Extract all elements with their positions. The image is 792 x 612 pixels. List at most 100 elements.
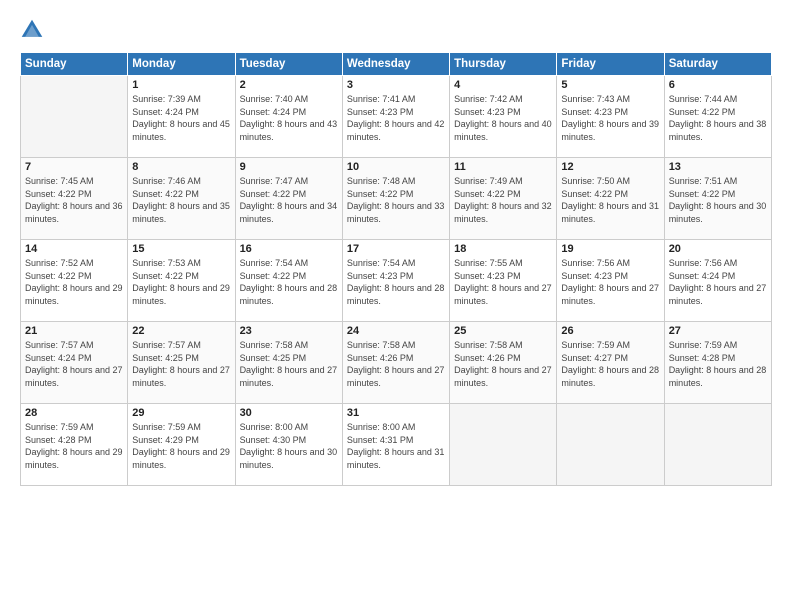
calendar-cell: 11 Sunrise: 7:49 AMSunset: 4:22 PMDayligh… xyxy=(450,158,557,240)
day-number: 3 xyxy=(347,79,445,91)
day-info: Sunrise: 7:57 AMSunset: 4:25 PMDaylight:… xyxy=(132,339,230,389)
week-row-2: 7 Sunrise: 7:45 AMSunset: 4:22 PMDaylight… xyxy=(21,158,772,240)
week-row-3: 14 Sunrise: 7:52 AMSunset: 4:22 PMDayligh… xyxy=(21,240,772,322)
day-info: Sunrise: 7:57 AMSunset: 4:24 PMDaylight:… xyxy=(25,339,123,389)
calendar-cell: 16 Sunrise: 7:54 AMSunset: 4:22 PMDayligh… xyxy=(235,240,342,322)
weekday-saturday: Saturday xyxy=(664,53,771,76)
day-number: 10 xyxy=(347,161,445,173)
day-info: Sunrise: 7:51 AMSunset: 4:22 PMDaylight:… xyxy=(669,175,767,225)
day-info: Sunrise: 7:42 AMSunset: 4:23 PMDaylight:… xyxy=(454,93,552,143)
day-info: Sunrise: 7:43 AMSunset: 4:23 PMDaylight:… xyxy=(561,93,659,143)
day-number: 27 xyxy=(669,325,767,337)
day-number: 29 xyxy=(132,407,230,419)
day-info: Sunrise: 7:55 AMSunset: 4:23 PMDaylight:… xyxy=(454,257,552,307)
header xyxy=(20,18,772,42)
day-info: Sunrise: 7:56 AMSunset: 4:24 PMDaylight:… xyxy=(669,257,767,307)
weekday-wednesday: Wednesday xyxy=(342,53,449,76)
calendar-cell: 29Sunrise: 7:59 AMSunset: 4:29 PMDayligh… xyxy=(128,404,235,486)
calendar-cell xyxy=(664,404,771,486)
calendar-cell: 15 Sunrise: 7:53 AMSunset: 4:22 PMDayligh… xyxy=(128,240,235,322)
day-number: 26 xyxy=(561,325,659,337)
calendar-cell: 21 Sunrise: 7:57 AMSunset: 4:24 PMDayligh… xyxy=(21,322,128,404)
calendar-cell: 24 Sunrise: 7:58 AMSunset: 4:26 PMDayligh… xyxy=(342,322,449,404)
calendar-cell: 10 Sunrise: 7:48 AMSunset: 4:22 PMDayligh… xyxy=(342,158,449,240)
calendar-header: SundayMondayTuesdayWednesdayThursdayFrid… xyxy=(21,53,772,76)
day-info: Sunrise: 7:59 AMSunset: 4:28 PMDaylight:… xyxy=(25,421,123,471)
day-info: Sunrise: 7:44 AMSunset: 4:22 PMDaylight:… xyxy=(669,93,767,143)
day-number: 28 xyxy=(25,407,123,419)
day-info: Sunrise: 7:56 AMSunset: 4:23 PMDaylight:… xyxy=(561,257,659,307)
day-info: Sunrise: 7:49 AMSunset: 4:22 PMDaylight:… xyxy=(454,175,552,225)
calendar-cell: 28 Sunrise: 7:59 AMSunset: 4:28 PMDayligh… xyxy=(21,404,128,486)
day-number: 14 xyxy=(25,243,123,255)
weekday-monday: Monday xyxy=(128,53,235,76)
day-info: Sunrise: 7:48 AMSunset: 4:22 PMDaylight:… xyxy=(347,175,445,225)
day-info: Sunrise: 8:00 AMSunset: 4:31 PMDaylight:… xyxy=(347,421,445,471)
day-info: Sunrise: 7:46 AMSunset: 4:22 PMDaylight:… xyxy=(132,175,230,225)
calendar-cell: 12 Sunrise: 7:50 AMSunset: 4:22 PMDayligh… xyxy=(557,158,664,240)
day-number: 2 xyxy=(240,79,338,91)
week-row-4: 21 Sunrise: 7:57 AMSunset: 4:24 PMDayligh… xyxy=(21,322,772,404)
day-info: Sunrise: 7:47 AMSunset: 4:22 PMDaylight:… xyxy=(240,175,338,225)
calendar-cell: 9 Sunrise: 7:47 AMSunset: 4:22 PMDaylight… xyxy=(235,158,342,240)
week-row-1: 1 Sunrise: 7:39 AMSunset: 4:24 PMDaylight… xyxy=(21,76,772,158)
day-info: Sunrise: 8:00 AMSunset: 4:30 PMDaylight:… xyxy=(240,421,338,471)
day-info: Sunrise: 7:53 AMSunset: 4:22 PMDaylight:… xyxy=(132,257,230,307)
day-number: 18 xyxy=(454,243,552,255)
calendar-cell: 4 Sunrise: 7:42 AMSunset: 4:23 PMDaylight… xyxy=(450,76,557,158)
calendar-cell: 2 Sunrise: 7:40 AMSunset: 4:24 PMDaylight… xyxy=(235,76,342,158)
calendar-cell: 13Sunrise: 7:51 AMSunset: 4:22 PMDayligh… xyxy=(664,158,771,240)
day-info: Sunrise: 7:58 AMSunset: 4:26 PMDaylight:… xyxy=(347,339,445,389)
calendar-cell: 1 Sunrise: 7:39 AMSunset: 4:24 PMDaylight… xyxy=(128,76,235,158)
logo-icon xyxy=(20,18,44,42)
day-number: 25 xyxy=(454,325,552,337)
calendar-cell: 14 Sunrise: 7:52 AMSunset: 4:22 PMDayligh… xyxy=(21,240,128,322)
day-info: Sunrise: 7:50 AMSunset: 4:22 PMDaylight:… xyxy=(561,175,659,225)
day-info: Sunrise: 7:59 AMSunset: 4:28 PMDaylight:… xyxy=(669,339,767,389)
day-info: Sunrise: 7:54 AMSunset: 4:22 PMDaylight:… xyxy=(240,257,338,307)
day-number: 6 xyxy=(669,79,767,91)
day-info: Sunrise: 7:52 AMSunset: 4:22 PMDaylight:… xyxy=(25,257,123,307)
calendar-cell: 5 Sunrise: 7:43 AMSunset: 4:23 PMDaylight… xyxy=(557,76,664,158)
day-number: 8 xyxy=(132,161,230,173)
calendar-cell: 25 Sunrise: 7:58 AMSunset: 4:26 PMDayligh… xyxy=(450,322,557,404)
calendar-cell: 20Sunrise: 7:56 AMSunset: 4:24 PMDayligh… xyxy=(664,240,771,322)
day-info: Sunrise: 7:58 AMSunset: 4:26 PMDaylight:… xyxy=(454,339,552,389)
day-number: 21 xyxy=(25,325,123,337)
calendar-cell: 23Sunrise: 7:58 AMSunset: 4:25 PMDayligh… xyxy=(235,322,342,404)
day-info: Sunrise: 7:59 AMSunset: 4:27 PMDaylight:… xyxy=(561,339,659,389)
day-number: 15 xyxy=(132,243,230,255)
day-info: Sunrise: 7:40 AMSunset: 4:24 PMDaylight:… xyxy=(240,93,338,143)
day-info: Sunrise: 7:41 AMSunset: 4:23 PMDaylight:… xyxy=(347,93,445,143)
calendar-cell: 3 Sunrise: 7:41 AMSunset: 4:23 PMDaylight… xyxy=(342,76,449,158)
day-number: 22 xyxy=(132,325,230,337)
day-number: 16 xyxy=(240,243,338,255)
day-number: 30 xyxy=(240,407,338,419)
day-number: 11 xyxy=(454,161,552,173)
day-number: 5 xyxy=(561,79,659,91)
calendar-body: 1 Sunrise: 7:39 AMSunset: 4:24 PMDaylight… xyxy=(21,76,772,486)
day-number: 12 xyxy=(561,161,659,173)
page: SundayMondayTuesdayWednesdayThursdayFrid… xyxy=(0,0,792,612)
day-number: 4 xyxy=(454,79,552,91)
day-number: 24 xyxy=(347,325,445,337)
calendar-cell: 30 Sunrise: 8:00 AMSunset: 4:30 PMDayligh… xyxy=(235,404,342,486)
weekday-tuesday: Tuesday xyxy=(235,53,342,76)
day-number: 9 xyxy=(240,161,338,173)
day-number: 17 xyxy=(347,243,445,255)
calendar-table: SundayMondayTuesdayWednesdayThursdayFrid… xyxy=(20,52,772,486)
calendar-cell xyxy=(557,404,664,486)
day-number: 31 xyxy=(347,407,445,419)
day-info: Sunrise: 7:39 AMSunset: 4:24 PMDaylight:… xyxy=(132,93,230,143)
calendar-cell xyxy=(21,76,128,158)
calendar-cell: 8 Sunrise: 7:46 AMSunset: 4:22 PMDaylight… xyxy=(128,158,235,240)
calendar-cell xyxy=(450,404,557,486)
logo xyxy=(20,18,48,42)
weekday-header-row: SundayMondayTuesdayWednesdayThursdayFrid… xyxy=(21,53,772,76)
day-number: 1 xyxy=(132,79,230,91)
calendar-cell: 22 Sunrise: 7:57 AMSunset: 4:25 PMDayligh… xyxy=(128,322,235,404)
day-info: Sunrise: 7:45 AMSunset: 4:22 PMDaylight:… xyxy=(25,175,123,225)
day-number: 7 xyxy=(25,161,123,173)
calendar-cell: 31 Sunrise: 8:00 AMSunset: 4:31 PMDayligh… xyxy=(342,404,449,486)
weekday-thursday: Thursday xyxy=(450,53,557,76)
